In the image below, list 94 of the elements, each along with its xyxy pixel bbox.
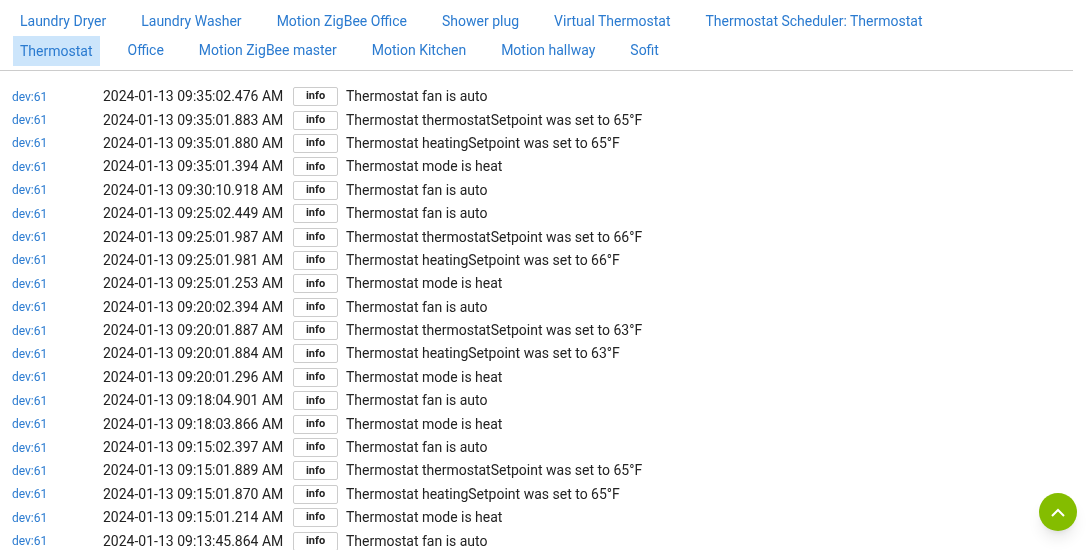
- log-level: info: [293, 87, 338, 107]
- device-tab[interactable]: Thermostat Scheduler: Thermostat: [698, 6, 930, 36]
- device-link[interactable]: dev:61: [12, 461, 103, 480]
- log-level: info: [293, 297, 338, 317]
- device-link[interactable]: dev:61: [12, 134, 103, 153]
- log-level: info: [293, 391, 338, 411]
- device-link[interactable]: dev:61: [12, 485, 103, 504]
- log-message: Thermostat heatingSetpoint was set to 65°F: [346, 484, 620, 504]
- log-level: info: [293, 204, 338, 224]
- device-link[interactable]: dev:61: [12, 157, 103, 176]
- log-level: info: [293, 508, 338, 528]
- log-time: 2024-01-13 09:25:01.981 AM: [103, 250, 285, 270]
- log-message: Thermostat fan is auto: [346, 438, 488, 458]
- device-tab[interactable]: Motion ZigBee master: [191, 36, 344, 60]
- device-link[interactable]: dev:61: [12, 415, 103, 434]
- device-link[interactable]: dev:61: [12, 321, 103, 340]
- log-message: Thermostat mode is heat: [346, 157, 503, 177]
- device-link[interactable]: dev:61: [12, 345, 103, 363]
- log-time: 2024-01-13 09:20:01.296 AM: [103, 367, 285, 387]
- log-time: 2024-01-13 09:18:04.901 AM: [103, 391, 285, 411]
- log-level: info: [293, 461, 338, 481]
- device-link[interactable]: dev:61: [12, 298, 103, 317]
- log-time: 2024-01-13 09:35:01.880 AM: [103, 133, 285, 153]
- log-time: 2024-01-13 09:35:02.476 AM: [103, 87, 285, 107]
- log-message: Thermostat heatingSetpoint was set to 65°F: [346, 133, 620, 153]
- log-time: 2024-01-13 09:13:45.864 AM: [103, 531, 285, 550]
- log-time: 2024-01-13 09:18:03.866 AM: [103, 414, 285, 434]
- log-message: Thermostat thermostatSetpoint was set to 63°F: [346, 321, 643, 341]
- log-time: 2024-01-13 09:35:01.883 AM: [103, 110, 285, 130]
- device-link[interactable]: dev:61: [12, 391, 103, 410]
- device-tab[interactable]: Office: [120, 36, 171, 60]
- log-message: Thermostat heatingSetpoint was set to 66°F: [346, 250, 620, 270]
- device-link[interactable]: dev:61: [12, 368, 103, 387]
- chevron-up-icon: [1051, 507, 1065, 517]
- log-message: Thermostat fan is auto: [346, 204, 488, 224]
- log-message: Thermostat thermostatSetpoint was set to 66°F: [346, 227, 643, 247]
- log-time: 2024-01-13 09:20:02.394 AM: [103, 297, 285, 317]
- log-message: Thermostat fan is auto: [346, 297, 488, 317]
- log-level: info: [293, 484, 338, 504]
- log-time: 2024-01-13 09:15:02.397 AM: [103, 438, 285, 458]
- device-link[interactable]: dev:61: [12, 274, 103, 293]
- log-message: Thermostat fan is auto: [346, 531, 488, 550]
- log-time: 2024-01-13 09:30:10.918 AM: [103, 180, 285, 200]
- device-link[interactable]: dev:61: [12, 532, 103, 550]
- log-message: Thermostat fan is auto: [346, 87, 488, 107]
- log-level: info: [293, 110, 338, 130]
- log-time: 2024-01-13 09:25:01.987 AM: [103, 227, 285, 247]
- device-tab[interactable]: Shower plug: [435, 6, 527, 36]
- log-level: info: [293, 157, 338, 177]
- log-level: info: [293, 414, 338, 434]
- device-link[interactable]: dev:61: [12, 87, 103, 106]
- device-tab[interactable]: Virtual Thermostat: [547, 6, 678, 36]
- log-level: info: [293, 180, 338, 200]
- log-level: info: [293, 133, 338, 153]
- log-level: info: [293, 274, 338, 294]
- log-time: 2024-01-13 09:20:01.884 AM: [103, 344, 285, 364]
- device-tab[interactable]: Motion Kitchen: [364, 36, 474, 60]
- log-message: Thermostat mode is heat: [346, 508, 503, 528]
- log-time: 2024-01-13 09:20:01.887 AM: [103, 321, 285, 341]
- device-link[interactable]: dev:61: [12, 204, 103, 223]
- scroll-top-button[interactable]: [1039, 493, 1077, 531]
- log-message: Thermostat fan is auto: [346, 180, 488, 200]
- device-link[interactable]: dev:61: [12, 111, 103, 130]
- log-level: info: [293, 250, 338, 270]
- log-time: 2024-01-13 09:25:02.449 AM: [103, 204, 285, 224]
- device-link[interactable]: dev:61: [12, 228, 103, 247]
- log-level: info: [293, 321, 338, 341]
- device-tab[interactable]: Motion hallway: [494, 36, 603, 60]
- log-message: Thermostat mode is heat: [346, 367, 503, 387]
- log-time: 2024-01-13 09:15:01.870 AM: [103, 484, 285, 504]
- log-level: info: [293, 344, 338, 364]
- log-time: 2024-01-13 09:15:01.214 AM: [103, 508, 285, 528]
- device-tab[interactable]: Thermostat: [13, 36, 100, 66]
- log-message: Thermostat mode is heat: [346, 274, 503, 294]
- log-message: Thermostat thermostatSetpoint was set to 65°F: [346, 461, 643, 481]
- device-link[interactable]: dev:61: [12, 508, 103, 527]
- device-link[interactable]: dev:61: [12, 438, 103, 457]
- log-level: info: [293, 227, 338, 247]
- log-message: Thermostat mode is heat: [346, 414, 503, 434]
- log-level: info: [293, 438, 338, 458]
- device-tab[interactable]: Motion ZigBee Office: [269, 6, 415, 36]
- log-message: Thermostat heatingSetpoint was set to 63°F: [346, 344, 620, 364]
- log-time: 2024-01-13 09:25:01.253 AM: [103, 274, 285, 294]
- device-tab[interactable]: Laundry Dryer: [13, 6, 114, 36]
- device-link[interactable]: dev:61: [12, 181, 103, 200]
- device-link[interactable]: dev:61: [12, 251, 103, 270]
- log-level: info: [293, 531, 338, 550]
- log-level: info: [293, 367, 338, 387]
- log-message: Thermostat fan is auto: [346, 391, 488, 411]
- device-tab[interactable]: Laundry Washer: [134, 6, 249, 36]
- device-tab[interactable]: Sofit: [623, 36, 666, 60]
- log-time: 2024-01-13 09:35:01.394 AM: [103, 157, 285, 177]
- log-message: Thermostat thermostatSetpoint was set to 65°F: [346, 110, 643, 130]
- log-time: 2024-01-13 09:15:01.889 AM: [103, 461, 285, 481]
